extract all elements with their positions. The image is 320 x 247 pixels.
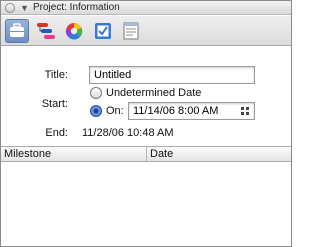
start-on-radio[interactable]	[90, 105, 102, 117]
title-input[interactable]: Untitled	[89, 66, 255, 84]
title-label: Title:	[44, 69, 68, 81]
start-label: Start:	[41, 98, 68, 110]
checklist-icon	[95, 23, 111, 39]
start-date-value: 11/14/06 8:00 AM	[133, 105, 219, 117]
project-info-form: Title: Untitled Start: Undetermined Date…	[1, 47, 291, 145]
disclosure-triangle-icon[interactable]: ▼	[20, 2, 29, 14]
calendar-icon[interactable]	[241, 107, 249, 115]
toolbar-task-button[interactable]	[91, 19, 115, 43]
milestones-table-body[interactable]	[1, 163, 291, 246]
toolbar-gantt-button[interactable]	[34, 19, 58, 43]
date-column-header[interactable]: Date	[147, 147, 173, 161]
end-date-value: 11/28/06 10:48 AM	[82, 127, 174, 139]
inspector-toolbar	[1, 16, 291, 46]
notes-icon	[123, 22, 139, 40]
milestone-column-header[interactable]: Milestone	[1, 147, 51, 161]
milestones-table-header: Milestone Date	[1, 146, 291, 162]
gantt-icon	[37, 23, 55, 39]
project-information-window: ▼ Project: Information Title: Untitled S…	[0, 0, 292, 247]
start-date-input[interactable]: 11/14/06 8:00 AM	[128, 102, 255, 120]
toolbar-notes-button[interactable]	[119, 19, 143, 43]
toolbar-project-info-button[interactable]	[5, 19, 29, 43]
toolbar-styles-button[interactable]	[62, 19, 86, 43]
start-undetermined-radio[interactable]	[90, 87, 102, 99]
start-undetermined-label[interactable]: Undetermined Date	[106, 86, 201, 100]
close-button[interactable]	[5, 3, 15, 13]
start-on-label[interactable]: On:	[106, 104, 124, 118]
end-label: End:	[45, 127, 68, 139]
window-title: Project: Information	[33, 2, 120, 13]
briefcase-icon	[10, 23, 24, 37]
title-bar: ▼ Project: Information	[1, 1, 291, 15]
color-wheel-icon	[65, 22, 83, 40]
